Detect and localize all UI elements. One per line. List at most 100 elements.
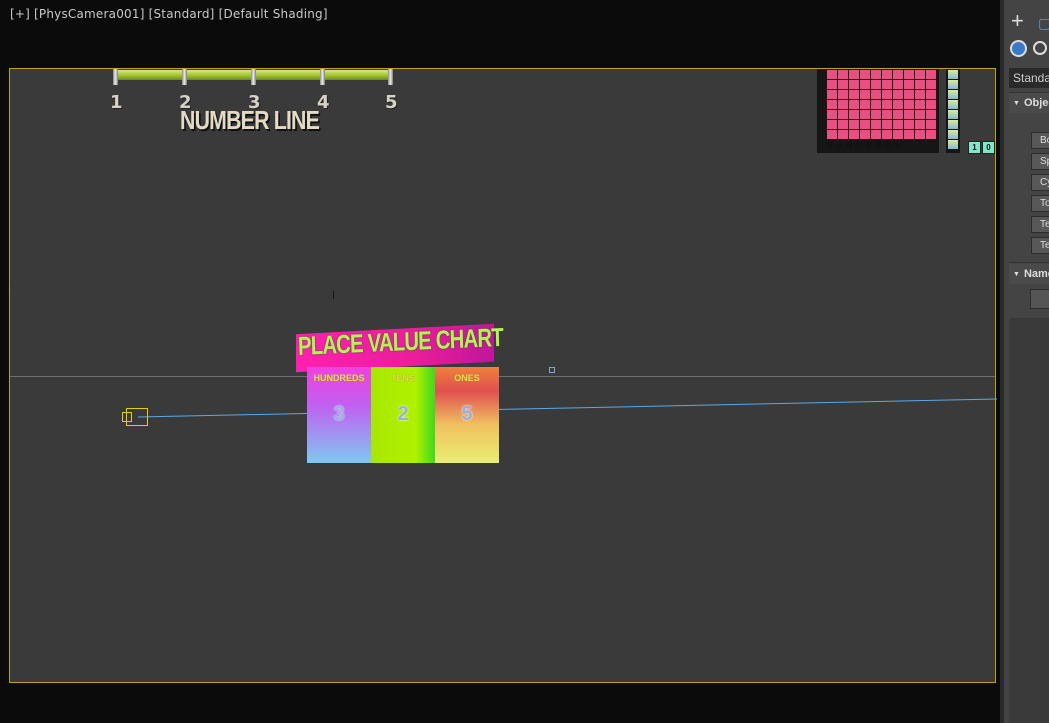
viewport-label[interactable]: [+] [PhysCamera001] [Standard] [Default … — [10, 7, 328, 21]
number-line-object[interactable]: 1 2 3 4 5 NUMBER LINE — [105, 69, 405, 144]
grid-cell — [871, 80, 881, 89]
grid-cell — [893, 90, 903, 99]
number-line-tick — [113, 69, 118, 85]
grid-cell — [915, 80, 925, 89]
grid-cell — [849, 110, 859, 119]
command-panel: + ▢ Standard Primitives ▼Object Type Box… — [1000, 0, 1049, 723]
grid-cell — [849, 90, 859, 99]
grid-cell — [915, 70, 925, 79]
tens-cell — [948, 90, 958, 99]
column-heading: HUNDREDS — [313, 373, 365, 383]
grid-cell — [860, 90, 870, 99]
grid-cell — [926, 100, 936, 109]
grid-cell — [882, 120, 892, 129]
grid-cell — [915, 100, 925, 109]
object-button-teapot[interactable]: Teapot — [1031, 216, 1049, 233]
grid-cell — [904, 80, 914, 89]
grid-cell — [860, 70, 870, 79]
grid-cell — [827, 120, 837, 129]
pivot-dot[interactable] — [549, 367, 555, 373]
tens-cell — [948, 130, 958, 139]
grid-cell — [926, 130, 936, 139]
column-heading: ONES — [454, 373, 480, 383]
grid-cell — [827, 80, 837, 89]
number-line-number: 1 — [110, 92, 123, 113]
object-button-cylinder[interactable]: Cylinder — [1031, 174, 1049, 191]
place-value-column-ones[interactable]: ONES 5 — [435, 367, 499, 463]
rollout-object-type[interactable]: ▼Object Type — [1009, 93, 1049, 113]
grid-cell — [871, 90, 881, 99]
tens-cell — [948, 140, 958, 149]
grid-cell — [893, 130, 903, 139]
modify-tab-icon[interactable]: ▢ — [1038, 12, 1049, 34]
tens-cell — [948, 80, 958, 89]
divider — [1009, 262, 1049, 263]
grid-cell — [838, 100, 848, 109]
object-category-dropdown[interactable]: Standard Primitives — [1009, 68, 1049, 88]
grid-cell — [882, 90, 892, 99]
grid-cell — [860, 110, 870, 119]
grid-cell — [882, 110, 892, 119]
object-name-field[interactable] — [1030, 289, 1049, 309]
column-digit: 3 — [333, 403, 345, 425]
grid-cell — [827, 110, 837, 119]
grid-cell — [827, 100, 837, 109]
grid-cell — [838, 120, 848, 129]
grid-cell — [860, 120, 870, 129]
ones-block[interactable]: 0 — [982, 141, 995, 154]
grid-cell — [915, 120, 925, 129]
grid-cell — [904, 100, 914, 109]
number-line-tick — [251, 69, 256, 85]
object-button-torus[interactable]: Torus — [1031, 195, 1049, 212]
grid-cell — [893, 110, 903, 119]
tens-cell — [948, 120, 958, 129]
grid-cell — [893, 120, 903, 129]
grid-cell — [871, 110, 881, 119]
column-digit: 5 — [461, 403, 473, 425]
number-line-tick — [182, 69, 187, 85]
grid-cell — [871, 70, 881, 79]
place-value-column-hundreds[interactable]: HUNDREDS 3 — [307, 367, 371, 463]
rollout-name-and-color[interactable]: ▼Name and Color — [1009, 264, 1049, 284]
object-button-sphere[interactable]: Sphere — [1031, 153, 1049, 170]
rollout-arrow-icon: ▼ — [1013, 271, 1020, 278]
ones-block[interactable]: 1 — [968, 141, 981, 154]
grid-cell — [904, 110, 914, 119]
place-value-column-tens[interactable]: TENS 2 — [371, 367, 435, 463]
object-button-box[interactable]: Box — [1031, 132, 1049, 149]
grid-cell — [904, 70, 914, 79]
rollout-arrow-icon: ▼ — [1013, 100, 1020, 107]
grid-cell — [882, 130, 892, 139]
plus-icon[interactable]: + — [1011, 10, 1024, 32]
grid-cell — [849, 80, 859, 89]
number-line-title: NUMBER LINE — [180, 105, 320, 135]
grid-cell — [882, 70, 892, 79]
grid-cell — [926, 110, 936, 119]
shapes-icon[interactable] — [1033, 41, 1047, 55]
grid-cell — [893, 80, 903, 89]
grid-cell — [838, 90, 848, 99]
grid-cell — [860, 130, 870, 139]
grid-cell — [904, 130, 914, 139]
grid-cell — [904, 120, 914, 129]
grid-cell — [882, 100, 892, 109]
grid-cell — [838, 110, 848, 119]
geometry-icon[interactable] — [1010, 40, 1027, 57]
object-button-textplus[interactable]: TextPlus — [1031, 237, 1049, 254]
hundreds-grid-object[interactable]: HUNDREDS — [817, 69, 939, 153]
grid-cell — [849, 70, 859, 79]
viewport-perspective[interactable]: [+] [PhysCamera001] [Standard] [Default … — [0, 0, 1000, 723]
hundreds-grid-caption: HUNDREDS — [827, 141, 905, 150]
grid-cell — [827, 70, 837, 79]
frame-tick-left — [8, 285, 9, 293]
camera-object[interactable] — [122, 408, 148, 426]
grid-cell — [860, 100, 870, 109]
grid-cell — [860, 80, 870, 89]
grid-cell — [926, 70, 936, 79]
grid-cell — [871, 130, 881, 139]
grid-cell — [827, 130, 837, 139]
grid-cell — [838, 80, 848, 89]
grid-cell — [849, 100, 859, 109]
panel-empty-area — [1009, 318, 1049, 723]
tens-column-object[interactable] — [946, 69, 960, 153]
